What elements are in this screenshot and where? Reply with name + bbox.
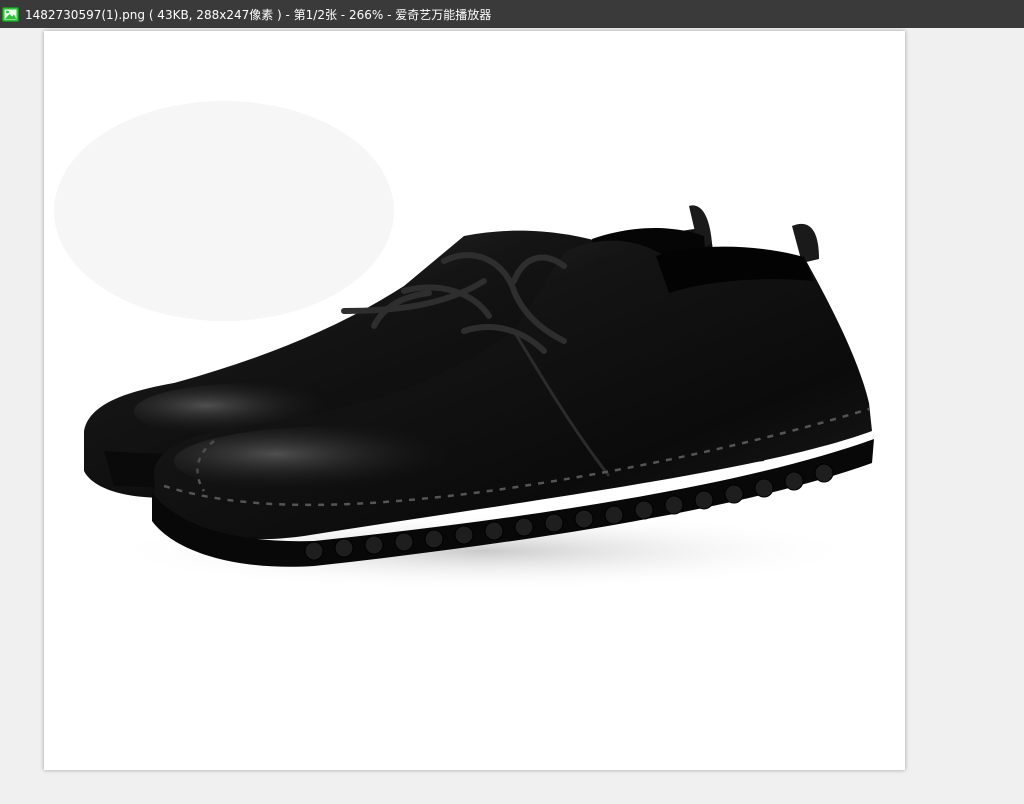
image-file-icon: [2, 6, 19, 23]
image-viewer-canvas[interactable]: [0, 28, 1024, 804]
title-bar: 1482730597(1).png ( 43KB, 288x247像素 ) - …: [0, 0, 1024, 28]
shoe-photo: [54, 101, 874, 591]
window-title: 1482730597(1).png ( 43KB, 288x247像素 ) - …: [25, 7, 492, 22]
displayed-image[interactable]: [44, 31, 905, 770]
